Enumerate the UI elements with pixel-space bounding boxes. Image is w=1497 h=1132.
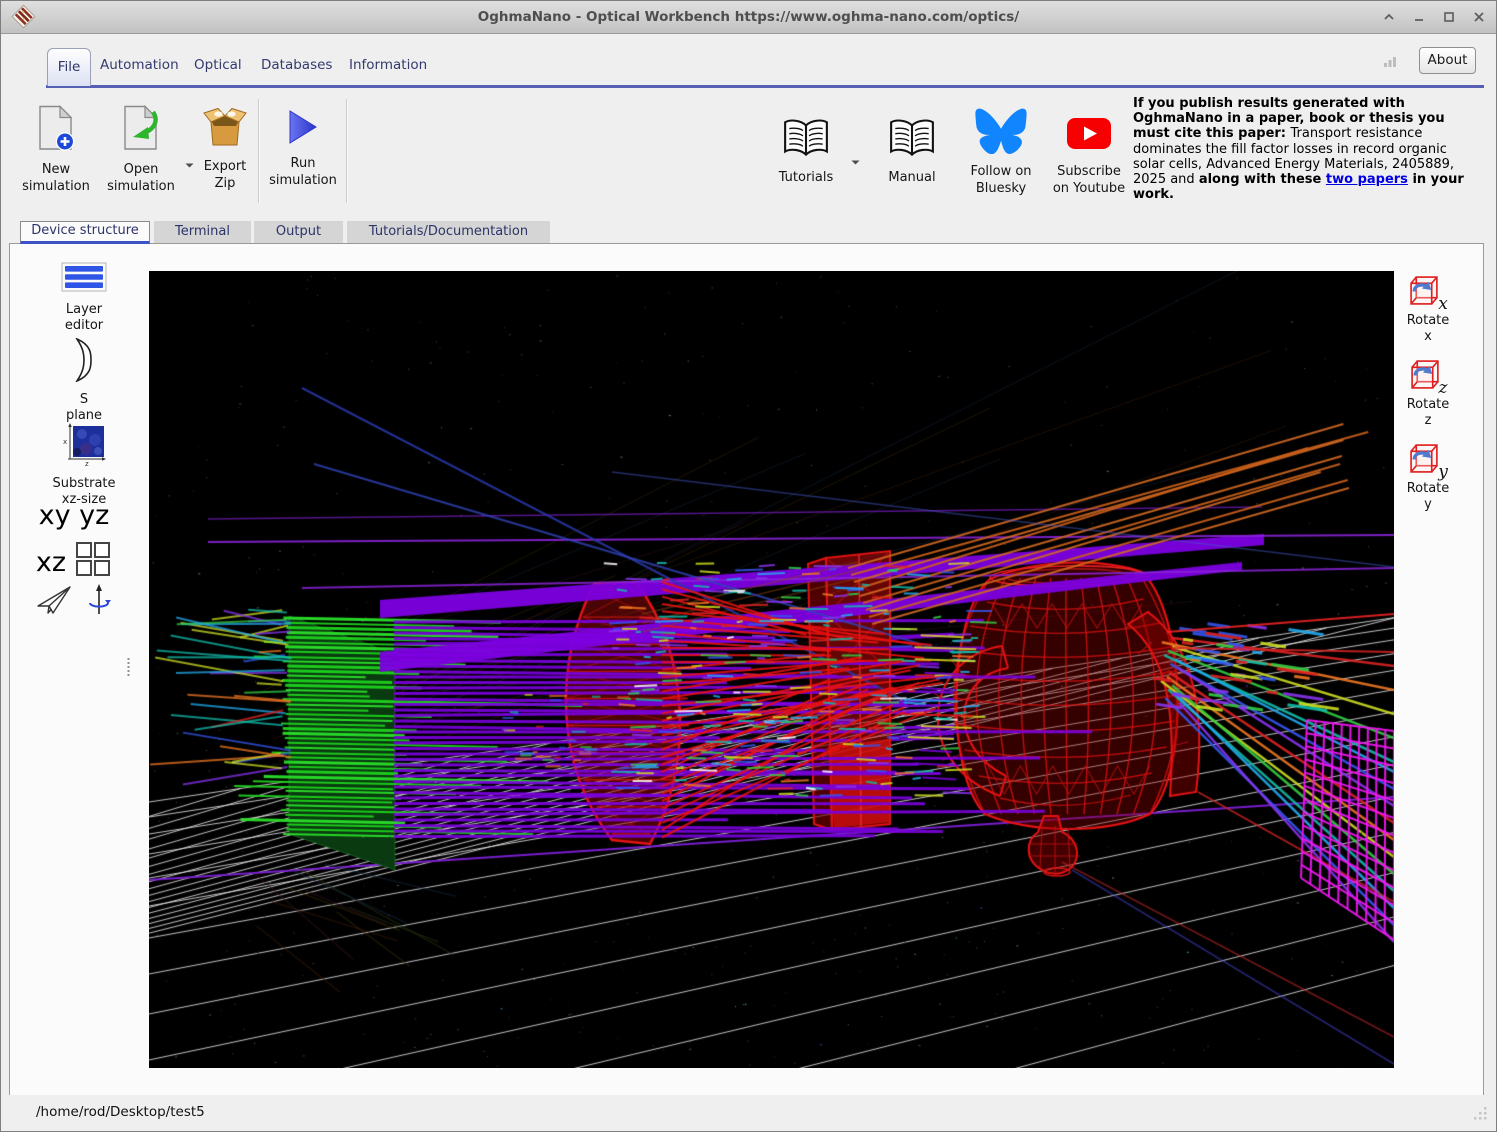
rotate-y-label: Rotate y [1382,481,1474,513]
rotate-cube-x-icon [1408,274,1441,312]
subscribe-youtube-button[interactable]: Subscribe on Youtube [1037,117,1141,197]
book-icon [782,149,830,164]
manual-label: Manual [870,169,954,186]
follow-bluesky-label: Follow on Bluesky [953,163,1049,197]
xy-y-z-label: xy yz [29,500,119,531]
ribbon-tab-optical[interactable]: Optical [194,57,242,73]
tutorials-button[interactable]: Tutorials [764,118,848,186]
optical-3d-viewport[interactable] [149,271,1394,1068]
ribbon-tab-information[interactable]: Information [349,57,427,73]
run-simulation-label: Run simulation [264,155,342,189]
grid-2x2-icon[interactable] [74,540,112,585]
tab-tutorials-documentation[interactable]: Tutorials/Documentation [347,221,550,244]
bluesky-butterfly-icon [975,143,1027,158]
close-window-icon[interactable] [1472,10,1486,24]
toolbar-separator [258,99,260,203]
rotate-cube-z-icon [1409,358,1442,396]
layer-editor-label: Layer editor [39,302,129,334]
tab-terminal[interactable]: Terminal [154,221,251,244]
youtube-icon [1066,139,1112,154]
toolbar-separator-2 [346,99,348,203]
s-plane-button[interactable]: S plane [39,338,129,424]
ribbon-grip-icon [1383,53,1397,72]
resize-grip-icon[interactable] [1472,1105,1490,1127]
window-title: OghmaNano - Optical Workbench https://ww… [1,1,1496,33]
rotate-x-axis-letter: x [1438,296,1448,312]
two-papers-link[interactable]: two papers [1326,172,1408,187]
play-icon [285,135,321,150]
substrate-xz-size-button[interactable]: x z Substrate xz-size [39,422,129,508]
new-document-icon [36,141,76,156]
app-window: OghmaNano - Optical Workbench https://ww… [0,0,1497,1132]
ribbon-tab-automation[interactable]: Automation [100,57,179,73]
new-simulation-button[interactable]: New simulation [14,105,98,195]
ribbon-tab-file[interactable]: File [47,48,91,86]
rotate-cube-y-icon [1408,442,1441,480]
rotate-x-button[interactable]: x Rotate x [1382,274,1474,345]
rotate-z-label: Rotate z [1382,397,1474,429]
lens-plane-icon [71,371,97,386]
rotate-x-label: Rotate x [1382,313,1474,345]
xz-view-row: xz [29,540,119,585]
subscribe-youtube-label: Subscribe on Youtube [1037,163,1141,197]
rotate-y-axis-letter: y [1438,464,1448,480]
run-simulation-button[interactable]: Run simulation [264,108,342,189]
s-plane-label: S plane [39,392,129,424]
statusbar: /home/rod/Desktop/test5 [1,1095,1496,1131]
rotate-z-button[interactable]: z Rotate z [1382,358,1474,429]
xz-label: xz [36,547,66,578]
titlebar[interactable]: OghmaNano - Optical Workbench https://ww… [1,1,1496,34]
paper-plane-icon[interactable] [36,585,72,619]
manual-button[interactable]: Manual [870,118,954,186]
svg-text:x: x [63,438,67,446]
rotate-y-button[interactable]: y Rotate y [1382,442,1474,513]
layer-editor-button[interactable]: Layer editor [39,262,129,334]
current-path: /home/rod/Desktop/test5 [36,1104,205,1120]
open-simulation-label: Open simulation [97,161,185,195]
citation-bold-mid: along with these [1199,172,1326,187]
tab-output[interactable]: Output [254,221,343,244]
new-simulation-label: New simulation [14,161,98,195]
tutorials-dropdown-icon[interactable] [850,151,861,170]
tab-device-structure[interactable]: Device structure [20,221,150,244]
ribbon-tab-databases[interactable]: Databases [261,57,332,73]
about-button[interactable]: About [1419,47,1476,74]
shade-window-icon[interactable] [1382,10,1396,24]
export-zip-button[interactable]: Export Zip [190,105,260,192]
box-icon [202,138,248,153]
rotate-axis-icon[interactable] [86,583,112,621]
citation-text: If you publish results generated with Og… [1133,96,1473,202]
layers-icon [61,281,107,296]
open-document-icon [121,141,161,156]
sidebar-splitter-handle[interactable] [126,657,131,683]
tutorials-label: Tutorials [764,169,848,186]
export-zip-label: Export Zip [190,158,260,192]
maximize-window-icon[interactable] [1442,10,1456,24]
rotate-z-axis-letter: z [1439,380,1448,396]
view-fly-controls [29,583,119,621]
follow-bluesky-button[interactable]: Follow on Bluesky [953,107,1049,197]
substrate-thumbnail-icon: x z [62,455,106,470]
device-structure-panel: Layer editor S plane [9,243,1484,1097]
ribbon-underline [46,85,1484,88]
book-icon-2 [888,149,936,164]
minimize-window-icon[interactable] [1412,10,1426,24]
open-simulation-button[interactable]: Open simulation [97,105,185,195]
svg-text:z: z [85,460,89,466]
